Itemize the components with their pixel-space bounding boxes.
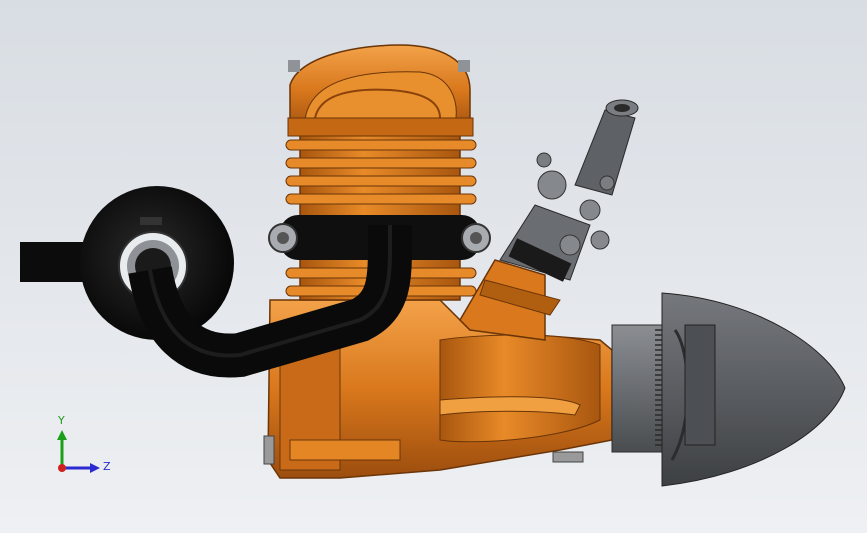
cooling-fin [285,175,477,187]
coordinate-triad [57,430,100,473]
triad-y-label: Y [58,414,65,427]
triad-z-label: Z [103,460,111,473]
cooling-fin [285,193,477,205]
spinner[interactable] [661,292,846,487]
x-axis-dot [58,464,66,472]
cylinder-head[interactable] [287,44,474,137]
exhaust-outlet [20,242,90,282]
prop-hub[interactable] [611,324,668,453]
cooling-fin [285,157,477,169]
y-axis-arrow [57,430,67,440]
engine-model[interactable] [0,0,867,533]
carburetor[interactable] [499,99,639,282]
cooling-fin [285,139,477,151]
z-axis-arrow [90,463,100,473]
3d-viewport[interactable]: Y Z [0,0,867,533]
